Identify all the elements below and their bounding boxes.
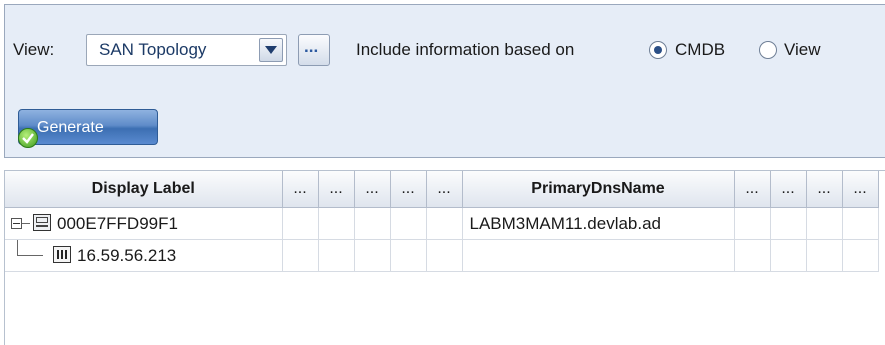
ellipsis-icon: ...	[304, 37, 319, 56]
table-cell	[354, 239, 391, 272]
column-header-display-label[interactable]: Display Label	[5, 171, 283, 208]
table-row[interactable]: 16.59.56.213	[5, 239, 879, 272]
view-label: View:	[13, 40, 55, 59]
table-cell	[282, 207, 319, 240]
table-cell	[842, 239, 879, 272]
table-cell	[390, 207, 427, 240]
view-radio-label[interactable]: View	[784, 40, 821, 60]
table-cell	[770, 239, 807, 272]
check-icon	[18, 128, 38, 148]
collapse-icon[interactable]	[11, 218, 22, 229]
cmdb-radio-label[interactable]: CMDB	[675, 40, 725, 60]
view-settings-panel: View: SAN Topology ... Include informati…	[4, 4, 885, 158]
column-header-collapsed[interactable]: ...	[354, 171, 391, 208]
cmdb-radio[interactable]	[649, 41, 667, 59]
tree-branch-line	[17, 255, 43, 256]
generate-button[interactable]: Generate	[18, 109, 158, 148]
generate-button-label: Generate	[37, 119, 104, 136]
table-cell	[318, 239, 355, 272]
include-info-label: Include information based on	[356, 40, 575, 59]
primary-dns-cell: LABM3MAM11.devlab.ad	[462, 207, 735, 240]
column-header-primary-dns-name[interactable]: PrimaryDnsName	[462, 171, 735, 208]
table-cell	[806, 207, 843, 240]
table-cell	[354, 207, 391, 240]
table-cell	[426, 207, 463, 240]
view-radio[interactable]	[759, 41, 777, 59]
column-header-collapsed[interactable]: ...	[426, 171, 463, 208]
header-row: Display Label ... ... ... ... ... Primar…	[5, 171, 879, 208]
column-header-collapsed[interactable]: ...	[842, 171, 879, 208]
node-label: 16.59.56.213	[77, 246, 177, 265]
ip-address-icon	[53, 246, 71, 263]
table-cell	[734, 239, 771, 272]
table-cell	[390, 239, 427, 272]
results-table: Display Label ... ... ... ... ... Primar…	[5, 171, 879, 272]
view-browse-button[interactable]: ...	[298, 34, 330, 66]
column-header-collapsed[interactable]: ...	[282, 171, 319, 208]
column-header-collapsed[interactable]: ...	[390, 171, 427, 208]
display-label-cell[interactable]: 16.59.56.213	[5, 239, 283, 272]
column-header-collapsed[interactable]: ...	[806, 171, 843, 208]
table-cell	[806, 239, 843, 272]
table-cell	[426, 239, 463, 272]
table-row[interactable]: 000E7FFD99F1 LABM3MAM11.devlab.ad	[5, 207, 879, 240]
node-label: 000E7FFD99F1	[57, 214, 178, 233]
chevron-down-icon[interactable]	[259, 38, 283, 62]
view-select-value: SAN Topology	[99, 40, 207, 59]
table-cell	[734, 207, 771, 240]
table-cell	[770, 207, 807, 240]
display-label-cell[interactable]: 000E7FFD99F1	[5, 207, 283, 240]
tree-branch-line	[22, 223, 30, 224]
results-grid: Display Label ... ... ... ... ... Primar…	[4, 170, 885, 345]
table-cell	[318, 207, 355, 240]
column-header-collapsed[interactable]: ...	[734, 171, 771, 208]
host-icon	[33, 214, 51, 231]
table-cell	[282, 239, 319, 272]
table-cell	[842, 207, 879, 240]
column-header-collapsed[interactable]: ...	[770, 171, 807, 208]
view-select[interactable]: SAN Topology	[86, 34, 287, 66]
tree-branch-line	[17, 240, 18, 255]
column-header-collapsed[interactable]: ...	[318, 171, 355, 208]
primary-dns-cell	[462, 239, 735, 272]
